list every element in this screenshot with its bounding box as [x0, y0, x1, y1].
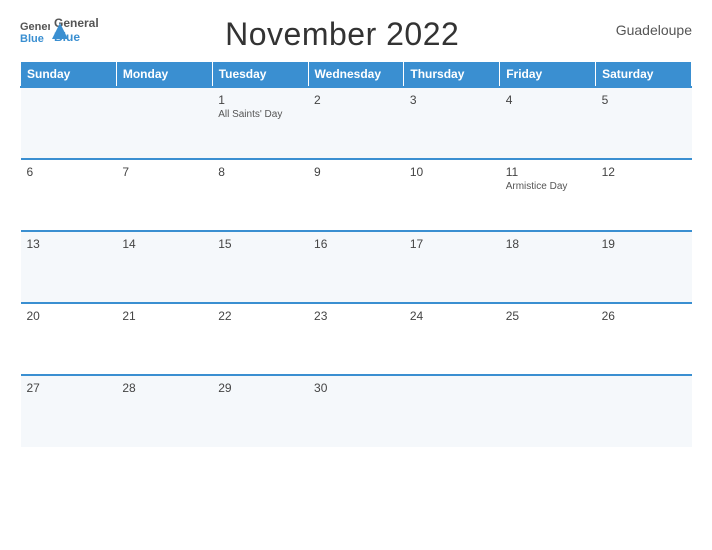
day-number: 15	[218, 237, 302, 251]
day-number: 27	[27, 381, 111, 395]
logo: General Blue General Blue	[20, 16, 69, 46]
calendar-cell	[404, 375, 500, 447]
calendar-cell: 16	[308, 231, 404, 303]
day-number: 12	[602, 165, 686, 179]
day-number: 16	[314, 237, 398, 251]
calendar-cell: 29	[212, 375, 308, 447]
day-number: 2	[314, 93, 398, 107]
calendar-week-row: 27 28 29 30	[21, 375, 692, 447]
calendar-body: 1All Saints' Day234567891011Armistice Da…	[21, 87, 692, 447]
day-number: 19	[602, 237, 686, 251]
calendar-week-row: 1 All Saints' Day 2345	[21, 87, 692, 159]
calendar-cell: 13	[21, 231, 117, 303]
calendar-cell: 3	[404, 87, 500, 159]
day-number: 25	[506, 309, 590, 323]
calendar-cell: 10	[404, 159, 500, 231]
day-number: 29	[218, 381, 302, 395]
days-header-row: Sunday Monday Tuesday Wednesday Thursday…	[21, 62, 692, 88]
calendar-cell: 8	[212, 159, 308, 231]
calendar-cell: 4	[500, 87, 596, 159]
calendar-cell: 17	[404, 231, 500, 303]
calendar-cell: 9	[308, 159, 404, 231]
calendar-table: Sunday Monday Tuesday Wednesday Thursday…	[20, 61, 692, 447]
calendar-cell: 1 All Saints' Day	[212, 87, 308, 159]
day-number: 5	[602, 93, 686, 107]
svg-text:General: General	[20, 21, 50, 33]
day-number: 7	[122, 165, 206, 179]
calendar-cell: 14	[116, 231, 212, 303]
calendar-cell: 22	[212, 303, 308, 375]
country-label: Guadeloupe	[616, 16, 692, 38]
calendar-cell: 6	[21, 159, 117, 231]
calendar-cell	[596, 375, 692, 447]
col-saturday: Saturday	[596, 62, 692, 88]
calendar-cell: 15	[212, 231, 308, 303]
calendar-cell	[500, 375, 596, 447]
day-number: 21	[122, 309, 206, 323]
day-number: 18	[506, 237, 590, 251]
calendar-header: Sunday Monday Tuesday Wednesday Thursday…	[21, 62, 692, 88]
calendar-cell: 7	[116, 159, 212, 231]
day-number: 4	[506, 93, 590, 107]
calendar-cell: 24	[404, 303, 500, 375]
calendar-cell	[116, 87, 212, 159]
calendar-page: General Blue General Blue November 2022 …	[0, 0, 712, 550]
calendar-cell: 21	[116, 303, 212, 375]
calendar-cell: 30	[308, 375, 404, 447]
calendar-cell: 28	[116, 375, 212, 447]
day-number: 14	[122, 237, 206, 251]
calendar-cell: 20	[21, 303, 117, 375]
logo-icon: General Blue	[20, 16, 50, 46]
day-number: 3	[410, 93, 494, 107]
day-number: 6	[27, 165, 111, 179]
day-number: 11	[506, 165, 590, 179]
day-number: 30	[314, 381, 398, 395]
day-number: 8	[218, 165, 302, 179]
day-number: 10	[410, 165, 494, 179]
holiday-label: All Saints' Day	[218, 109, 302, 120]
col-tuesday: Tuesday	[212, 62, 308, 88]
day-number: 26	[602, 309, 686, 323]
col-sunday: Sunday	[21, 62, 117, 88]
calendar-week-row: 6789 10 11 Armistice Day 12	[21, 159, 692, 231]
logo-triangle-icon	[51, 22, 69, 40]
day-number: 17	[410, 237, 494, 251]
col-thursday: Thursday	[404, 62, 500, 88]
day-number: 9	[314, 165, 398, 179]
calendar-cell: 19	[596, 231, 692, 303]
calendar-title: November 2022	[225, 16, 459, 52]
calendar-cell: 27	[21, 375, 117, 447]
svg-text:Blue: Blue	[20, 33, 44, 45]
calendar-cell: 5	[596, 87, 692, 159]
title-section: November 2022	[69, 16, 616, 53]
calendar-cell: 18	[500, 231, 596, 303]
day-number: 22	[218, 309, 302, 323]
calendar-cell: 12	[596, 159, 692, 231]
day-number: 1	[218, 93, 302, 107]
calendar-cell: 11 Armistice Day	[500, 159, 596, 231]
calendar-cell	[21, 87, 117, 159]
day-number: 23	[314, 309, 398, 323]
col-monday: Monday	[116, 62, 212, 88]
day-number: 24	[410, 309, 494, 323]
header: General Blue General Blue November 2022 …	[20, 16, 692, 53]
day-number: 13	[27, 237, 111, 251]
calendar-cell: 26	[596, 303, 692, 375]
calendar-cell: 25	[500, 303, 596, 375]
calendar-cell: 23	[308, 303, 404, 375]
col-wednesday: Wednesday	[308, 62, 404, 88]
holiday-label: Armistice Day	[506, 181, 590, 192]
calendar-week-row: 13 14 15 16 17 18 19	[21, 231, 692, 303]
col-friday: Friday	[500, 62, 596, 88]
day-number: 28	[122, 381, 206, 395]
calendar-cell: 2	[308, 87, 404, 159]
calendar-week-row: 20 21 22 23 24 25 26	[21, 303, 692, 375]
day-number: 20	[27, 309, 111, 323]
